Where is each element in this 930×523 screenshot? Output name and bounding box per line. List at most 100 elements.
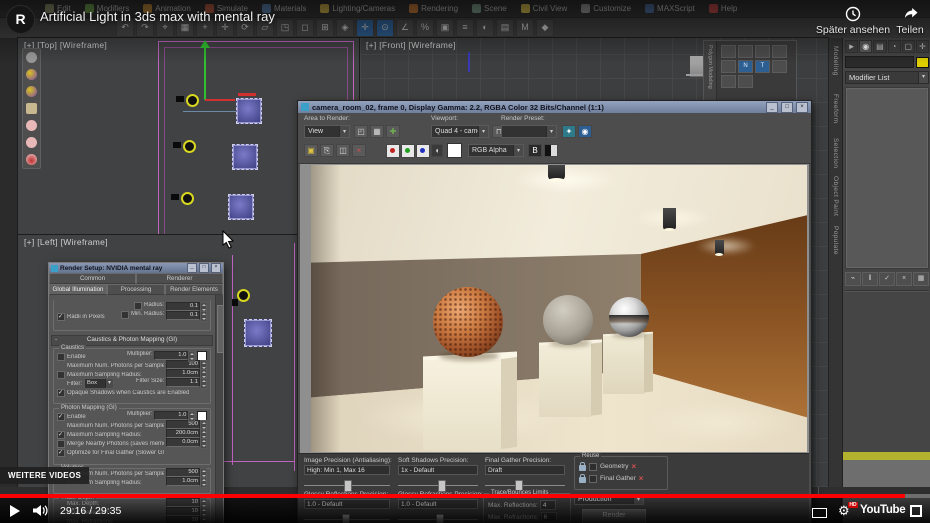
render-setup-titlebar[interactable]: Render Setup: NVIDIA mental ray _ □ × (49, 263, 223, 273)
soft-shadows-combo[interactable]: 1x - Default (398, 465, 478, 475)
red-channel-button[interactable] (386, 144, 400, 158)
ribbon-tab-populate[interactable]: Populate (832, 226, 839, 255)
toolbar-icon[interactable]: ✛ (356, 19, 374, 37)
photometric-light-icon[interactable] (183, 140, 196, 153)
render-setup-tab[interactable]: Global Illumination (49, 284, 107, 295)
object-name-field[interactable] (845, 56, 914, 68)
share-button[interactable]: Teilen (890, 24, 930, 36)
opaque-shadows-checkbox[interactable] (57, 388, 65, 397)
ribbon-button[interactable] (721, 75, 736, 88)
edit-region-icon[interactable]: ◰ (354, 125, 368, 138)
row-checkbox[interactable] (57, 430, 65, 439)
row-checkbox[interactable] (57, 370, 65, 379)
command-panel-tab[interactable]: ◉ (859, 40, 873, 53)
gear-icon[interactable] (26, 52, 37, 63)
caustics-enable-checkbox[interactable] (57, 352, 65, 361)
command-panel-tab[interactable]: ✛ (915, 40, 930, 53)
watch-later-clock-icon[interactable] (845, 6, 861, 22)
maximize-button[interactable]: □ (781, 101, 793, 113)
channel-avatar[interactable]: R (6, 5, 35, 34)
minimize-button[interactable]: _ (187, 263, 197, 273)
dialog-scrollbar[interactable] (215, 295, 224, 523)
render-preset-dropdown[interactable]: ▾ (501, 125, 557, 138)
geometry-checkbox[interactable] (589, 462, 597, 471)
clear-final-gather-icon[interactable]: × (639, 474, 644, 483)
row-field[interactable]: 1.0cm (166, 477, 207, 488)
caustics-multiplier-field[interactable]: 1.0 (154, 351, 189, 360)
rfw-titlebar[interactable]: camera_room_02, frame 0, Display Gamma: … (298, 101, 811, 113)
sphere-object-wire[interactable] (236, 98, 262, 124)
image-precision-slider[interactable] (304, 480, 390, 492)
viewport-left-label[interactable]: [+] [Left] [Wireframe] (24, 237, 108, 247)
menu-item[interactable]: Scene (465, 0, 514, 17)
macro-pink-icon[interactable] (26, 137, 37, 148)
polygon-modeling-tab[interactable]: Polygon Modeling (704, 41, 717, 107)
area-to-render-dropdown[interactable]: View ▾ (304, 125, 350, 138)
toolbar-icon[interactable]: ▤ (496, 19, 514, 37)
volume-icon[interactable] (32, 504, 50, 517)
row-checkbox[interactable] (57, 448, 65, 457)
final-gather-checkbox[interactable] (589, 474, 597, 483)
channel-display-dropdown[interactable]: RGB Alpha ▾ (468, 144, 524, 157)
object-color-swatch[interactable] (916, 56, 929, 68)
render-setup-tab[interactable]: Common (49, 273, 136, 284)
ribbon-button[interactable] (721, 45, 736, 58)
stack-button[interactable]: ✓ (879, 272, 895, 286)
photon-multiplier-field[interactable]: 1.0 (154, 411, 189, 420)
render-setup-icon[interactable]: ✦ (562, 125, 576, 138)
render-setup-tab[interactable]: Processing (107, 284, 165, 295)
ribbon-button[interactable] (772, 60, 787, 73)
minimize-button[interactable]: _ (766, 101, 778, 113)
ribbon-button[interactable] (772, 45, 787, 58)
menu-item[interactable]: Customize (574, 0, 638, 17)
close-button[interactable]: × (211, 263, 221, 273)
toolbar-icon[interactable]: ▣ (436, 19, 454, 37)
photon-enable-checkbox[interactable] (57, 412, 65, 421)
ribbon-tab-modeling[interactable]: Modeling (832, 46, 839, 76)
green-channel-button[interactable] (401, 144, 415, 158)
watch-later-button[interactable]: Später ansehen (810, 24, 896, 36)
command-panel-tab[interactable]: ▤ (873, 40, 887, 53)
save-image-icon[interactable]: ▣ (304, 144, 318, 157)
toolbar-icon[interactable]: ⊙ (376, 19, 394, 37)
toolbar-icon[interactable]: M (516, 19, 534, 37)
clear-image-icon[interactable]: × (352, 144, 366, 157)
settings-gear-icon[interactable]: ⚙ HD (838, 502, 858, 519)
rendered-image[interactable] (311, 165, 807, 452)
fullscreen-icon[interactable] (910, 505, 922, 517)
share-icon[interactable] (903, 5, 920, 21)
sphere-object-wire[interactable] (244, 319, 272, 347)
toggle-ui-icon[interactable]: B (528, 144, 542, 157)
command-panel-tab[interactable]: ► (845, 40, 859, 53)
menu-item[interactable]: Rendering (402, 0, 465, 17)
clone-window-icon[interactable]: ◫ (336, 144, 350, 157)
toolbar-icon[interactable]: ≡ (456, 19, 474, 37)
viewport-dropdown[interactable]: Quad 4 - camera▾ (431, 125, 489, 138)
play-button[interactable] (10, 505, 20, 517)
menu-item[interactable]: MAXScript (638, 0, 702, 17)
ribbon-button[interactable] (755, 45, 770, 58)
more-videos-badge[interactable]: WEITERE VIDEOS (0, 467, 90, 484)
toolbar-icon[interactable]: % (416, 19, 434, 37)
ribbon-tab-object-paint[interactable]: Object Paint (832, 176, 839, 216)
toolbar-icon[interactable]: ◳ (276, 19, 294, 37)
macro-teapot-icon[interactable] (26, 154, 37, 165)
blue-channel-button[interactable] (416, 144, 430, 158)
stack-button[interactable]: ‖ (862, 272, 878, 286)
menu-item[interactable]: Civil View (514, 0, 575, 17)
render-setup-tab[interactable]: Renderer (136, 273, 223, 284)
ribbon-button[interactable]: N (738, 60, 753, 73)
menu-item[interactable]: Help (702, 0, 744, 17)
min-radius-field[interactable]: 0.1 (166, 311, 200, 320)
ribbon-button[interactable]: T (755, 60, 770, 73)
photometric-light-icon[interactable] (181, 192, 194, 205)
macro-stack-icon[interactable] (26, 103, 37, 114)
photometric-light-icon[interactable] (186, 94, 199, 107)
environment-icon[interactable]: ◉ (578, 125, 592, 138)
row-checkbox[interactable] (57, 439, 65, 448)
auto-region-icon[interactable]: ▦ (370, 125, 384, 138)
lock-icon[interactable] (579, 462, 586, 471)
photometric-light-icon[interactable] (237, 289, 250, 302)
image-precision-combo[interactable]: High: Min 1, Max 16 (304, 465, 390, 475)
stack-button[interactable]: ▦ (913, 272, 929, 286)
